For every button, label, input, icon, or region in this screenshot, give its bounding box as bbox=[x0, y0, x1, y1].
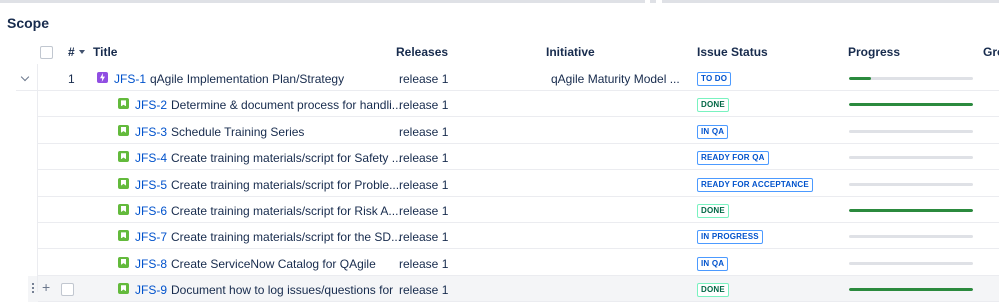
story-icon bbox=[118, 151, 129, 163]
issue-key-link[interactable]: JFS-2 bbox=[135, 98, 167, 112]
column-header-initiative[interactable]: Initiative bbox=[546, 45, 595, 59]
release-cell[interactable]: release 1 bbox=[399, 230, 448, 244]
progress-bar bbox=[849, 182, 973, 186]
table-row[interactable]: + JFS-9 Document how to log issues/questio… bbox=[0, 276, 999, 302]
release-cell[interactable]: release 1 bbox=[399, 125, 448, 139]
table-row[interactable]: JFS-4 Create training materials/script fo… bbox=[0, 144, 999, 171]
status-lozenge[interactable]: READY FOR ACCEPTANCE bbox=[697, 177, 813, 192]
column-header-releases[interactable]: Releases bbox=[396, 45, 448, 59]
table-header: # Title Releases Initiative Issue Status… bbox=[0, 40, 999, 64]
epic-icon bbox=[97, 72, 108, 83]
story-icon bbox=[118, 204, 129, 215]
issue-title[interactable]: Create training materials/script for Pro… bbox=[171, 178, 399, 192]
table-row[interactable]: 1 JFS-1 qAgile Implementation Plan/Strateg… bbox=[0, 65, 999, 91]
release-cell[interactable]: release 1 bbox=[399, 98, 448, 112]
status-lozenge[interactable]: DONE bbox=[697, 283, 729, 298]
release-cell[interactable]: release 1 bbox=[399, 178, 448, 192]
table-row[interactable]: JFS-8 Create ServiceNow Catalog for QAgil… bbox=[0, 250, 999, 276]
tree-guide-line bbox=[37, 64, 38, 292]
row-number: 1 bbox=[68, 72, 75, 86]
initiative-cell[interactable]: qAgile Maturity Model ... bbox=[551, 72, 680, 86]
column-header-progress[interactable]: Progress bbox=[848, 45, 900, 59]
issue-key-link[interactable]: JFS-6 bbox=[135, 204, 167, 218]
issue-key-link[interactable]: JFS-7 bbox=[135, 230, 167, 244]
story-icon bbox=[118, 256, 129, 268]
select-all-checkbox[interactable] bbox=[40, 46, 53, 59]
status-lozenge[interactable]: DONE bbox=[697, 98, 729, 113]
issue-title[interactable]: Create training materials/script for the… bbox=[171, 230, 401, 244]
progress-bar bbox=[849, 156, 973, 160]
story-icon bbox=[118, 98, 129, 110]
table-row[interactable]: JFS-6 Create training materials/script fo… bbox=[0, 197, 999, 223]
status-lozenge[interactable]: TO DO bbox=[697, 72, 732, 86]
column-header-number[interactable]: # bbox=[68, 45, 85, 59]
progress-fill bbox=[849, 288, 973, 292]
scope-title: Scope bbox=[7, 15, 50, 31]
collapse-chevron-icon[interactable] bbox=[20, 72, 30, 82]
progress-fill bbox=[849, 209, 973, 212]
status-lozenge[interactable]: DONE bbox=[697, 204, 729, 218]
issue-title[interactable]: Schedule Training Series bbox=[171, 125, 304, 139]
row-checkbox[interactable] bbox=[61, 283, 74, 297]
column-header-group[interactable]: Gro bbox=[983, 45, 999, 59]
issue-title[interactable]: Determine & document process for handli.… bbox=[171, 98, 402, 112]
issue-title[interactable]: qAgile Implementation Plan/Strategy bbox=[150, 72, 344, 86]
progress-fill bbox=[849, 77, 871, 80]
issue-key-link[interactable]: JFS-1 bbox=[114, 72, 146, 86]
sort-caret-icon[interactable] bbox=[78, 50, 85, 54]
release-cell[interactable]: release 1 bbox=[399, 204, 448, 218]
progress-fill bbox=[849, 103, 973, 107]
progress-bar bbox=[849, 129, 973, 133]
add-child-icon[interactable]: + bbox=[42, 279, 50, 295]
release-cell[interactable]: release 1 bbox=[399, 72, 448, 86]
story-icon bbox=[118, 283, 129, 295]
drag-handle-icon[interactable] bbox=[31, 282, 35, 295]
progress-bar bbox=[849, 288, 973, 292]
issue-key-link[interactable]: JFS-8 bbox=[135, 257, 167, 271]
top-divider bbox=[0, 0, 999, 4]
story-icon bbox=[118, 230, 129, 242]
status-lozenge[interactable]: IN PROGRESS bbox=[697, 230, 763, 245]
table-row[interactable]: JFS-2 Determine & document process for ha… bbox=[0, 91, 999, 118]
issue-key-link[interactable]: JFS-9 bbox=[135, 283, 167, 297]
issue-title[interactable]: Create training materials/script for Saf… bbox=[171, 151, 402, 165]
table-row[interactable]: JFS-3 Schedule Training Series release 1 IN… bbox=[0, 118, 999, 144]
story-icon bbox=[118, 177, 129, 189]
issue-key-link[interactable]: JFS-5 bbox=[135, 178, 167, 192]
release-cell[interactable]: release 1 bbox=[399, 283, 448, 297]
release-cell[interactable]: release 1 bbox=[399, 151, 448, 165]
issue-title[interactable]: Create ServiceNow Catalog for QAgile bbox=[171, 257, 376, 271]
release-cell[interactable]: release 1 bbox=[399, 257, 448, 271]
table-row[interactable]: JFS-5 Create training materials/script fo… bbox=[0, 171, 999, 197]
issue-key-link[interactable]: JFS-4 bbox=[135, 151, 167, 165]
column-header-issue-status[interactable]: Issue Status bbox=[697, 45, 768, 59]
progress-bar bbox=[849, 77, 973, 80]
progress-bar bbox=[849, 235, 973, 239]
progress-bar bbox=[849, 103, 973, 107]
table-row[interactable]: JFS-7 Create training materials/script fo… bbox=[0, 223, 999, 250]
column-header-title[interactable]: Title bbox=[93, 45, 117, 59]
status-lozenge[interactable]: IN QA bbox=[697, 124, 729, 139]
progress-bar bbox=[849, 209, 973, 212]
issue-title[interactable]: Document how to log issues/questions for bbox=[171, 283, 393, 297]
issue-key-link[interactable]: JFS-3 bbox=[135, 125, 167, 139]
status-lozenge[interactable]: READY FOR QA bbox=[697, 151, 769, 166]
issue-title[interactable]: Create training materials/script for Ris… bbox=[171, 204, 398, 218]
story-icon bbox=[118, 124, 129, 136]
status-lozenge[interactable]: IN QA bbox=[697, 256, 729, 271]
progress-bar bbox=[849, 261, 973, 265]
